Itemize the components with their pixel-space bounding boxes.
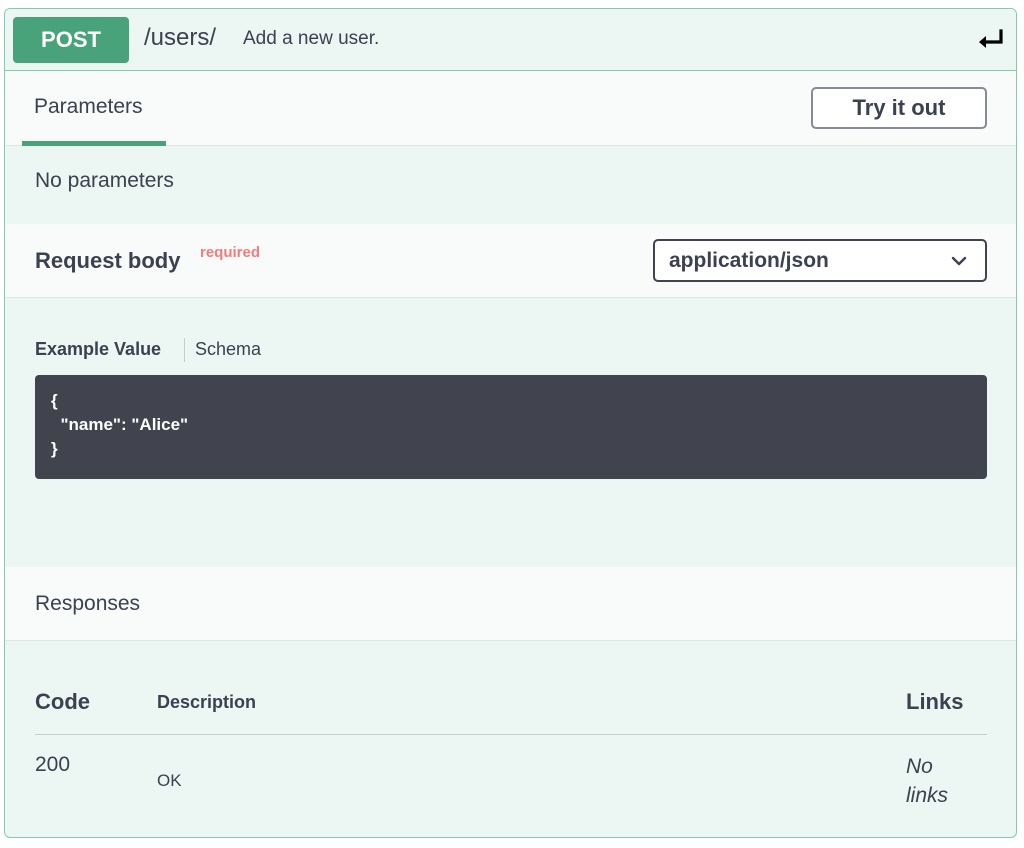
return-arrow-icon[interactable] [975, 27, 1007, 53]
response-links: No links [906, 755, 949, 807]
code-line: } [51, 439, 58, 458]
required-badge: required [200, 244, 261, 261]
operation-summary[interactable]: POST /users/ Add a new user. [5, 9, 1016, 71]
example-code-block[interactable]: { "name": "Alice" } [35, 375, 987, 479]
column-header-links: Links [906, 689, 964, 714]
code-line: { [51, 391, 58, 410]
content-type-select[interactable]: application/json [653, 239, 987, 282]
content-type-value: application/json [669, 249, 829, 272]
endpoint-description: Add a new user. [243, 28, 380, 49]
responses-title: Responses [35, 592, 141, 615]
endpoint-path: /users/ [144, 24, 217, 51]
parameters-tab-bar: Parameters Try it out [5, 71, 1016, 146]
column-header-description: Description [157, 692, 257, 712]
no-parameters-text: No parameters [35, 169, 174, 192]
tab-parameters-label: Parameters [34, 95, 143, 118]
request-body-header: Request body required application/json [5, 224, 1016, 298]
chevron-down-icon [951, 256, 967, 266]
response-code: 200 [35, 753, 71, 776]
table-header-divider [35, 734, 987, 735]
operation-block: POST /users/ Add a new user. Parameters … [4, 8, 1017, 838]
method-badge: POST [13, 17, 129, 63]
tab-example-value[interactable]: Example Value [35, 339, 161, 360]
response-description: OK [157, 771, 182, 790]
tab-parameters[interactable]: Parameters [22, 71, 166, 146]
column-header-code: Code [35, 689, 90, 714]
tab-schema[interactable]: Schema [195, 339, 261, 360]
code-line: "name": "Alice" [51, 415, 189, 434]
tab-divider [184, 338, 185, 362]
request-body-title: Request body [35, 248, 181, 273]
try-it-out-button[interactable]: Try it out [811, 87, 987, 129]
responses-header: Responses [5, 567, 1016, 641]
